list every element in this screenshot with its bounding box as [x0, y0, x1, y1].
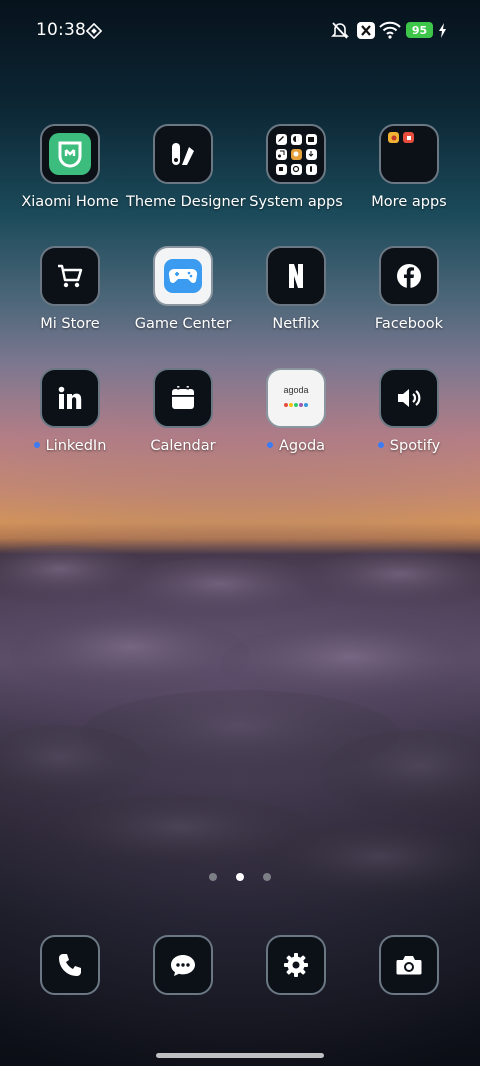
app-label: Facebook	[374, 316, 444, 332]
recorder-icon	[305, 163, 317, 175]
charging-icon	[438, 23, 447, 42]
app-theme-designer[interactable]: Theme Designer	[126, 124, 246, 210]
facebook-icon	[379, 246, 439, 306]
app-icon	[403, 132, 414, 143]
theme-designer-icon	[153, 124, 213, 184]
calendar-icon	[153, 368, 213, 428]
home-gesture-bar[interactable]	[156, 1053, 324, 1058]
app-icon	[388, 132, 399, 143]
folder-system-apps[interactable]: System apps	[239, 124, 353, 210]
app-label: Xiaomi Home	[21, 194, 119, 210]
status-bar: 10:38 95	[0, 0, 480, 62]
app-label: Calendar	[150, 438, 216, 454]
page-dot[interactable]	[208, 873, 217, 881]
screen-cast-icon	[85, 22, 103, 43]
camera-icon	[379, 935, 439, 995]
app-label: Spotify	[389, 438, 441, 454]
page-dot-active[interactable]	[236, 873, 244, 881]
wifi-icon	[379, 21, 401, 43]
music-icon	[275, 148, 287, 160]
netflix-icon	[266, 246, 326, 306]
folder-more-apps[interactable]: More apps	[352, 124, 466, 210]
dock-settings[interactable]	[239, 935, 353, 995]
page-dot[interactable]	[263, 873, 272, 881]
app-facebook[interactable]: Facebook	[352, 246, 466, 332]
dock-messages[interactable]	[126, 935, 240, 995]
app-linkedin[interactable]: LinkedIn	[13, 368, 127, 454]
folder-icon	[266, 124, 326, 184]
close-icon	[357, 22, 375, 43]
folder-icon	[379, 124, 439, 184]
app-netflix[interactable]: Netflix	[239, 246, 353, 332]
dock-camera[interactable]	[352, 935, 466, 995]
theme-icon	[290, 133, 302, 145]
app-calendar[interactable]: Calendar	[126, 368, 240, 454]
dock-phone[interactable]	[13, 935, 127, 995]
app-label: Game Center	[134, 316, 232, 332]
app-xiaomi-home[interactable]: Xiaomi Home	[13, 124, 127, 210]
speaker-icon	[379, 368, 439, 428]
app-label: LinkedIn	[45, 438, 107, 454]
page-indicator[interactable]	[0, 866, 480, 885]
app-label: Mi Store	[40, 316, 100, 332]
clock: 10:38	[36, 20, 86, 40]
messages-icon	[153, 935, 213, 995]
xiaomi-home-icon	[40, 124, 100, 184]
notes-icon	[275, 163, 287, 175]
app-game-center[interactable]: Game Center	[126, 246, 240, 332]
agoda-icon: agoda	[266, 368, 326, 428]
linkedin-icon	[40, 368, 100, 428]
settings-icon	[266, 935, 326, 995]
app-label: Theme Designer	[126, 194, 246, 210]
download-icon	[305, 148, 317, 160]
mute-icon	[330, 20, 350, 44]
game-controller-icon	[153, 246, 213, 306]
app-spotify[interactable]: Spotify	[352, 368, 466, 454]
app-mi-store[interactable]: Mi Store	[13, 246, 127, 332]
cloud-background	[0, 545, 480, 905]
app-label: Agoda	[278, 438, 326, 454]
new-badge	[377, 442, 384, 448]
gallery-icon	[290, 148, 302, 160]
app-label: Netflix	[272, 316, 320, 332]
new-badge	[266, 442, 273, 448]
battery-indicator: 95	[406, 22, 433, 38]
app-label: More apps	[371, 194, 447, 210]
new-badge	[33, 442, 40, 448]
pencil-icon	[275, 133, 287, 145]
agoda-logo-text: agoda	[283, 384, 309, 395]
app-label: System apps	[249, 194, 343, 210]
files-icon	[305, 133, 317, 145]
phone-icon	[40, 935, 100, 995]
security-icon	[290, 163, 302, 175]
shopping-cart-icon	[40, 246, 100, 306]
app-agoda[interactable]: agoda Agoda	[239, 368, 353, 454]
